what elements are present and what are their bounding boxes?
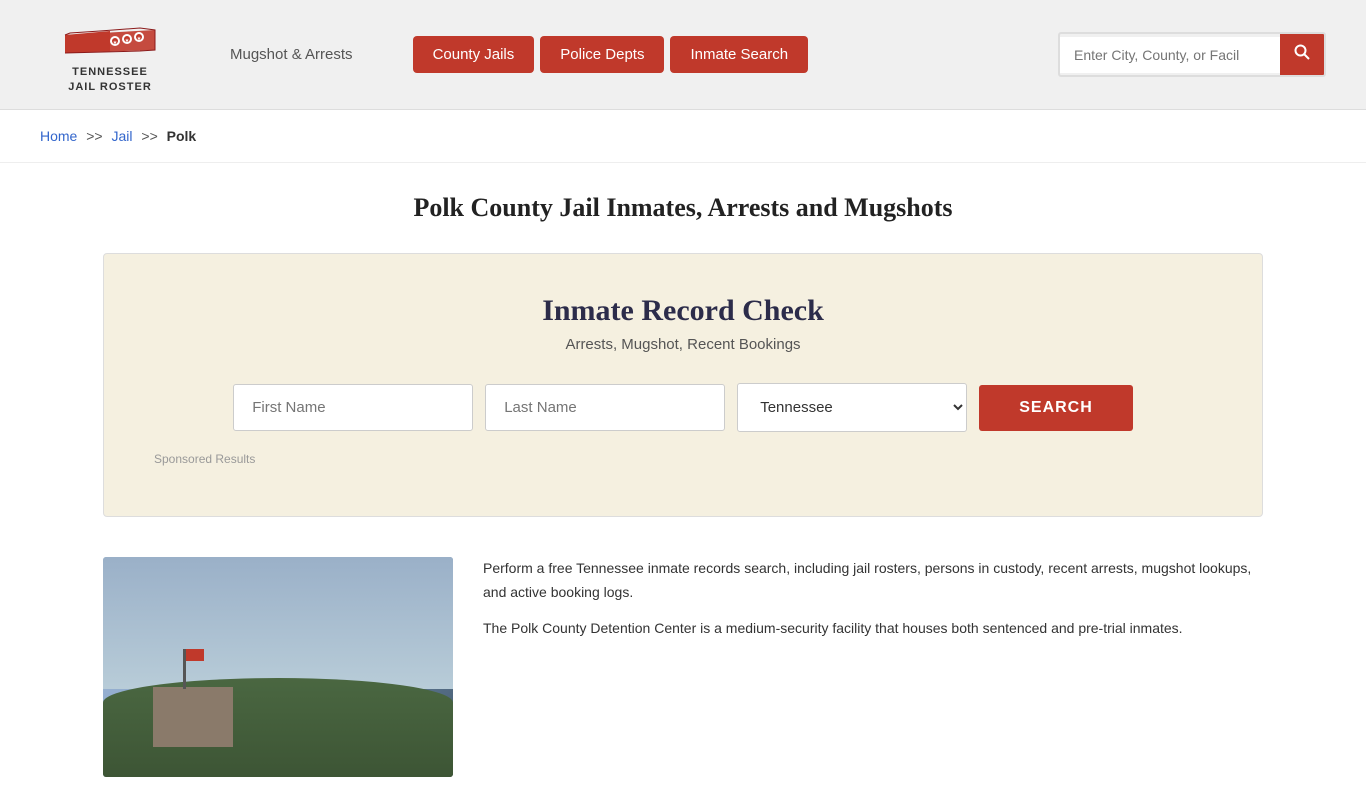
- first-name-input[interactable]: [233, 384, 473, 431]
- sponsored-label: Sponsored Results: [144, 452, 1222, 466]
- main-nav: County Jails Police Depts Inmate Search: [413, 36, 808, 73]
- main-content: Polk County Jail Inmates, Arrests and Mu…: [63, 163, 1303, 807]
- county-jails-button[interactable]: County Jails: [413, 36, 535, 73]
- header-search-bar: [1058, 32, 1326, 77]
- breadcrumb-jail[interactable]: Jail: [112, 128, 133, 144]
- police-depts-button[interactable]: Police Depts: [540, 36, 664, 73]
- svg-text:★: ★: [125, 38, 130, 44]
- search-icon: [1294, 44, 1310, 60]
- record-check-box: Inmate Record Check Arrests, Mugshot, Re…: [103, 253, 1263, 517]
- page-title: Polk County Jail Inmates, Arrests and Mu…: [103, 193, 1263, 223]
- header-search-button[interactable]: [1280, 34, 1324, 75]
- breadcrumb-sep1: >>: [86, 128, 102, 144]
- inmate-search-form: Tennessee Alabama Alaska Arizona Arkansa…: [144, 383, 1222, 432]
- svg-text:★: ★: [137, 36, 142, 42]
- record-search-button[interactable]: SEARCH: [979, 385, 1133, 431]
- mugshot-arrests-link[interactable]: Mugshot & Arrests: [230, 46, 353, 63]
- record-check-title: Inmate Record Check: [144, 294, 1222, 328]
- logo-text: TENNESSEE JAIL ROSTER: [68, 65, 152, 94]
- logo-icon: ★ ★ ★: [60, 15, 160, 65]
- breadcrumb-current: Polk: [167, 128, 197, 144]
- breadcrumb-home[interactable]: Home: [40, 128, 77, 144]
- bottom-section: Perform a free Tennessee inmate records …: [103, 557, 1263, 777]
- inmate-search-button[interactable]: Inmate Search: [670, 36, 808, 73]
- state-select[interactable]: Tennessee Alabama Alaska Arizona Arkansa…: [737, 383, 967, 432]
- record-check-subtitle: Arrests, Mugshot, Recent Bookings: [144, 336, 1222, 353]
- description-text: Perform a free Tennessee inmate records …: [483, 557, 1263, 652]
- breadcrumb-sep2: >>: [141, 128, 157, 144]
- facility-image: [103, 557, 453, 777]
- svg-text:★: ★: [113, 40, 118, 46]
- header-search-input[interactable]: [1060, 37, 1280, 73]
- breadcrumb: Home >> Jail >> Polk: [0, 110, 1366, 163]
- description-paragraph1: Perform a free Tennessee inmate records …: [483, 557, 1263, 605]
- description-paragraph2: The Polk County Detention Center is a me…: [483, 617, 1263, 641]
- site-logo[interactable]: ★ ★ ★ TENNESSEE JAIL ROSTER: [40, 15, 180, 94]
- site-header: ★ ★ ★ TENNESSEE JAIL ROSTER Mugshot & Ar…: [0, 0, 1366, 110]
- last-name-input[interactable]: [485, 384, 725, 431]
